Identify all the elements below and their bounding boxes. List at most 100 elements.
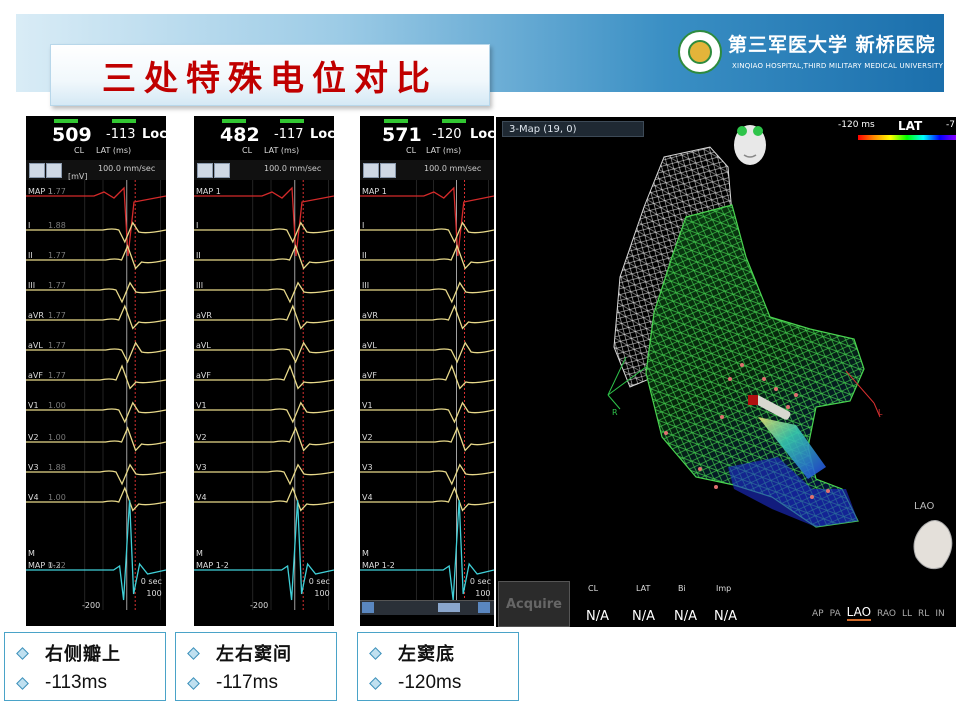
- egm-trace-iii: [194, 281, 334, 304]
- loc-label: Loc: [310, 127, 334, 142]
- lead-label: aVL: [196, 341, 211, 350]
- stat-label-bi: Bi: [678, 584, 686, 593]
- stat-value-imp: N/A: [714, 609, 737, 624]
- view-option-pa[interactable]: PA: [830, 609, 841, 619]
- zoom-icon[interactable]: [46, 163, 62, 178]
- egm-trace-avl: [26, 341, 166, 364]
- egm-trace-ii: [26, 244, 166, 270]
- map-graphics: R L: [607, 125, 953, 570]
- lead-gain: 1.77: [48, 187, 66, 196]
- egm-toolbar: 100.0 mm/sec [mV]: [26, 160, 166, 181]
- lead-gain: 1.77: [48, 251, 66, 260]
- egm-trace-iii: [26, 281, 166, 304]
- lead-label: aVF: [362, 371, 377, 380]
- view-option-rao[interactable]: RAO: [877, 609, 896, 619]
- egm-traces: MAP 11.77I 1.88II 1.77III 1.77aVR 1.77aVL 1.7…: [26, 180, 166, 610]
- lead-gain: 1.88: [48, 463, 66, 472]
- title-box: 三处特殊电位对比: [50, 44, 490, 106]
- lat-label: LAT (ms): [264, 146, 300, 155]
- axis-tick-plus: 100: [146, 589, 161, 598]
- axis-tick-zero: 0 sec: [309, 577, 330, 586]
- zoom-icon[interactable]: [380, 163, 396, 178]
- lead-gain: 1.77: [48, 371, 66, 380]
- bullet-icon: [370, 678, 380, 688]
- lat-value: -120: [432, 127, 462, 142]
- cycle-length-value: 482: [220, 124, 260, 146]
- scroll-left-icon[interactable]: [362, 602, 374, 613]
- zoom-icon[interactable]: [214, 163, 230, 178]
- lead-label: V4: [196, 493, 207, 502]
- lead-label: II: [362, 251, 367, 260]
- wrench-icon[interactable]: [363, 163, 379, 178]
- lead-gain: 1.77: [48, 281, 66, 290]
- lead-label: I: [28, 221, 30, 230]
- egm-trace-avl: [194, 341, 334, 364]
- lat-value: -113: [106, 127, 136, 142]
- axis-tick-minus: -200: [250, 601, 268, 610]
- egm-trace-area: MAP 1IIIIIIaVRaVLaVFV1V2V3V4MAP 1-2M-200…: [360, 180, 494, 626]
- scroll-bar[interactable]: [360, 600, 494, 615]
- view-option-in[interactable]: IN: [935, 609, 944, 619]
- wrench-icon[interactable]: [29, 163, 45, 178]
- lead-label: aVR: [196, 311, 212, 320]
- orient-right-label: R: [612, 408, 618, 417]
- view-option-lao[interactable]: LAO: [846, 605, 872, 621]
- lead-label: V4: [362, 493, 373, 502]
- carto-map-panel: 3-Map (19, 0) -120 ms LAT -7 R L LAO Acq…: [496, 117, 956, 627]
- lead-label: I: [196, 221, 198, 230]
- egm-traces: MAP 1IIIIIIaVRaVLaVFV1V2V3V4MAP 1-2M-200…: [194, 180, 334, 610]
- egm-header: 482 -117 Loc CL LAT (ms): [194, 116, 334, 160]
- lead-gain: 1.77: [48, 311, 66, 320]
- caption-box-3: 左窦底 -120ms: [357, 632, 519, 701]
- lead-label: V1: [362, 401, 373, 410]
- egm-trace-v3: [194, 463, 334, 486]
- slide-title: 三处特殊电位对比: [102, 58, 438, 99]
- egm-trace-map-1: [360, 186, 494, 257]
- egm-trace-iii: [360, 281, 494, 304]
- egm-trace-avf: [194, 364, 334, 390]
- egm-trace-v1: [360, 401, 494, 424]
- wrench-icon[interactable]: [197, 163, 213, 178]
- lead-gain: 1.88: [48, 221, 66, 230]
- stat-label-lat: LAT: [636, 584, 651, 593]
- bullet-icon: [17, 648, 27, 658]
- egm-trace-i: [26, 221, 166, 244]
- egm-trace-area: MAP 1 1.77 I 1.88 II 1.77 III 1.77 aVR 1.77 aVL 1.7…: [26, 180, 166, 626]
- sweep-speed: 100.0 mm/sec: [98, 164, 156, 173]
- egm-trace-i: [194, 221, 334, 244]
- stat-label-imp: Imp: [716, 584, 732, 593]
- lead-gain: 0.32: [48, 561, 66, 570]
- lead-gain: 1.00: [48, 493, 66, 502]
- egm-trace-avr: [360, 304, 494, 330]
- lat-label: LAT (ms): [426, 146, 462, 155]
- scroll-thumb[interactable]: [438, 603, 460, 612]
- egm-trace-v4: [194, 486, 334, 512]
- signal-bar: [442, 119, 466, 123]
- lead-gain: 1.00: [48, 401, 66, 410]
- egm-trace-v3: [26, 463, 166, 486]
- egm-trace-i: [360, 221, 494, 244]
- lead-label: V1: [28, 401, 39, 410]
- bullet-icon: [17, 678, 27, 688]
- view-option-ll[interactable]: LL: [902, 609, 912, 619]
- caption-value: -120ms: [398, 672, 462, 693]
- egm-trace-ii: [194, 244, 334, 270]
- egm-trace-map-1: [194, 186, 334, 257]
- view-option-ap[interactable]: AP: [812, 609, 824, 619]
- scroll-right-icon[interactable]: [478, 602, 490, 613]
- lead-label: II: [28, 251, 33, 260]
- acquire-button[interactable]: Acquire: [498, 581, 570, 627]
- caption-box-2: 左右窦间 -117ms: [175, 632, 337, 701]
- cycle-length-value: 571: [382, 124, 422, 146]
- lead-label: V2: [362, 433, 373, 442]
- lead-label: MAP 1-2: [196, 561, 229, 570]
- lead-label: II: [196, 251, 201, 260]
- egm-trace-area: MAP 1IIIIIIaVRaVLaVFV1V2V3V4MAP 1-2M-200…: [194, 180, 334, 626]
- lead-label: aVL: [28, 341, 43, 350]
- lead-label: aVR: [28, 311, 44, 320]
- signal-bar: [54, 119, 78, 123]
- heart-orientation-icon: [913, 520, 953, 570]
- view-option-rl[interactable]: RL: [918, 609, 929, 619]
- caption-box-1: 右侧瓣上 -113ms: [4, 632, 166, 701]
- lead-gain: 1.77: [48, 341, 66, 350]
